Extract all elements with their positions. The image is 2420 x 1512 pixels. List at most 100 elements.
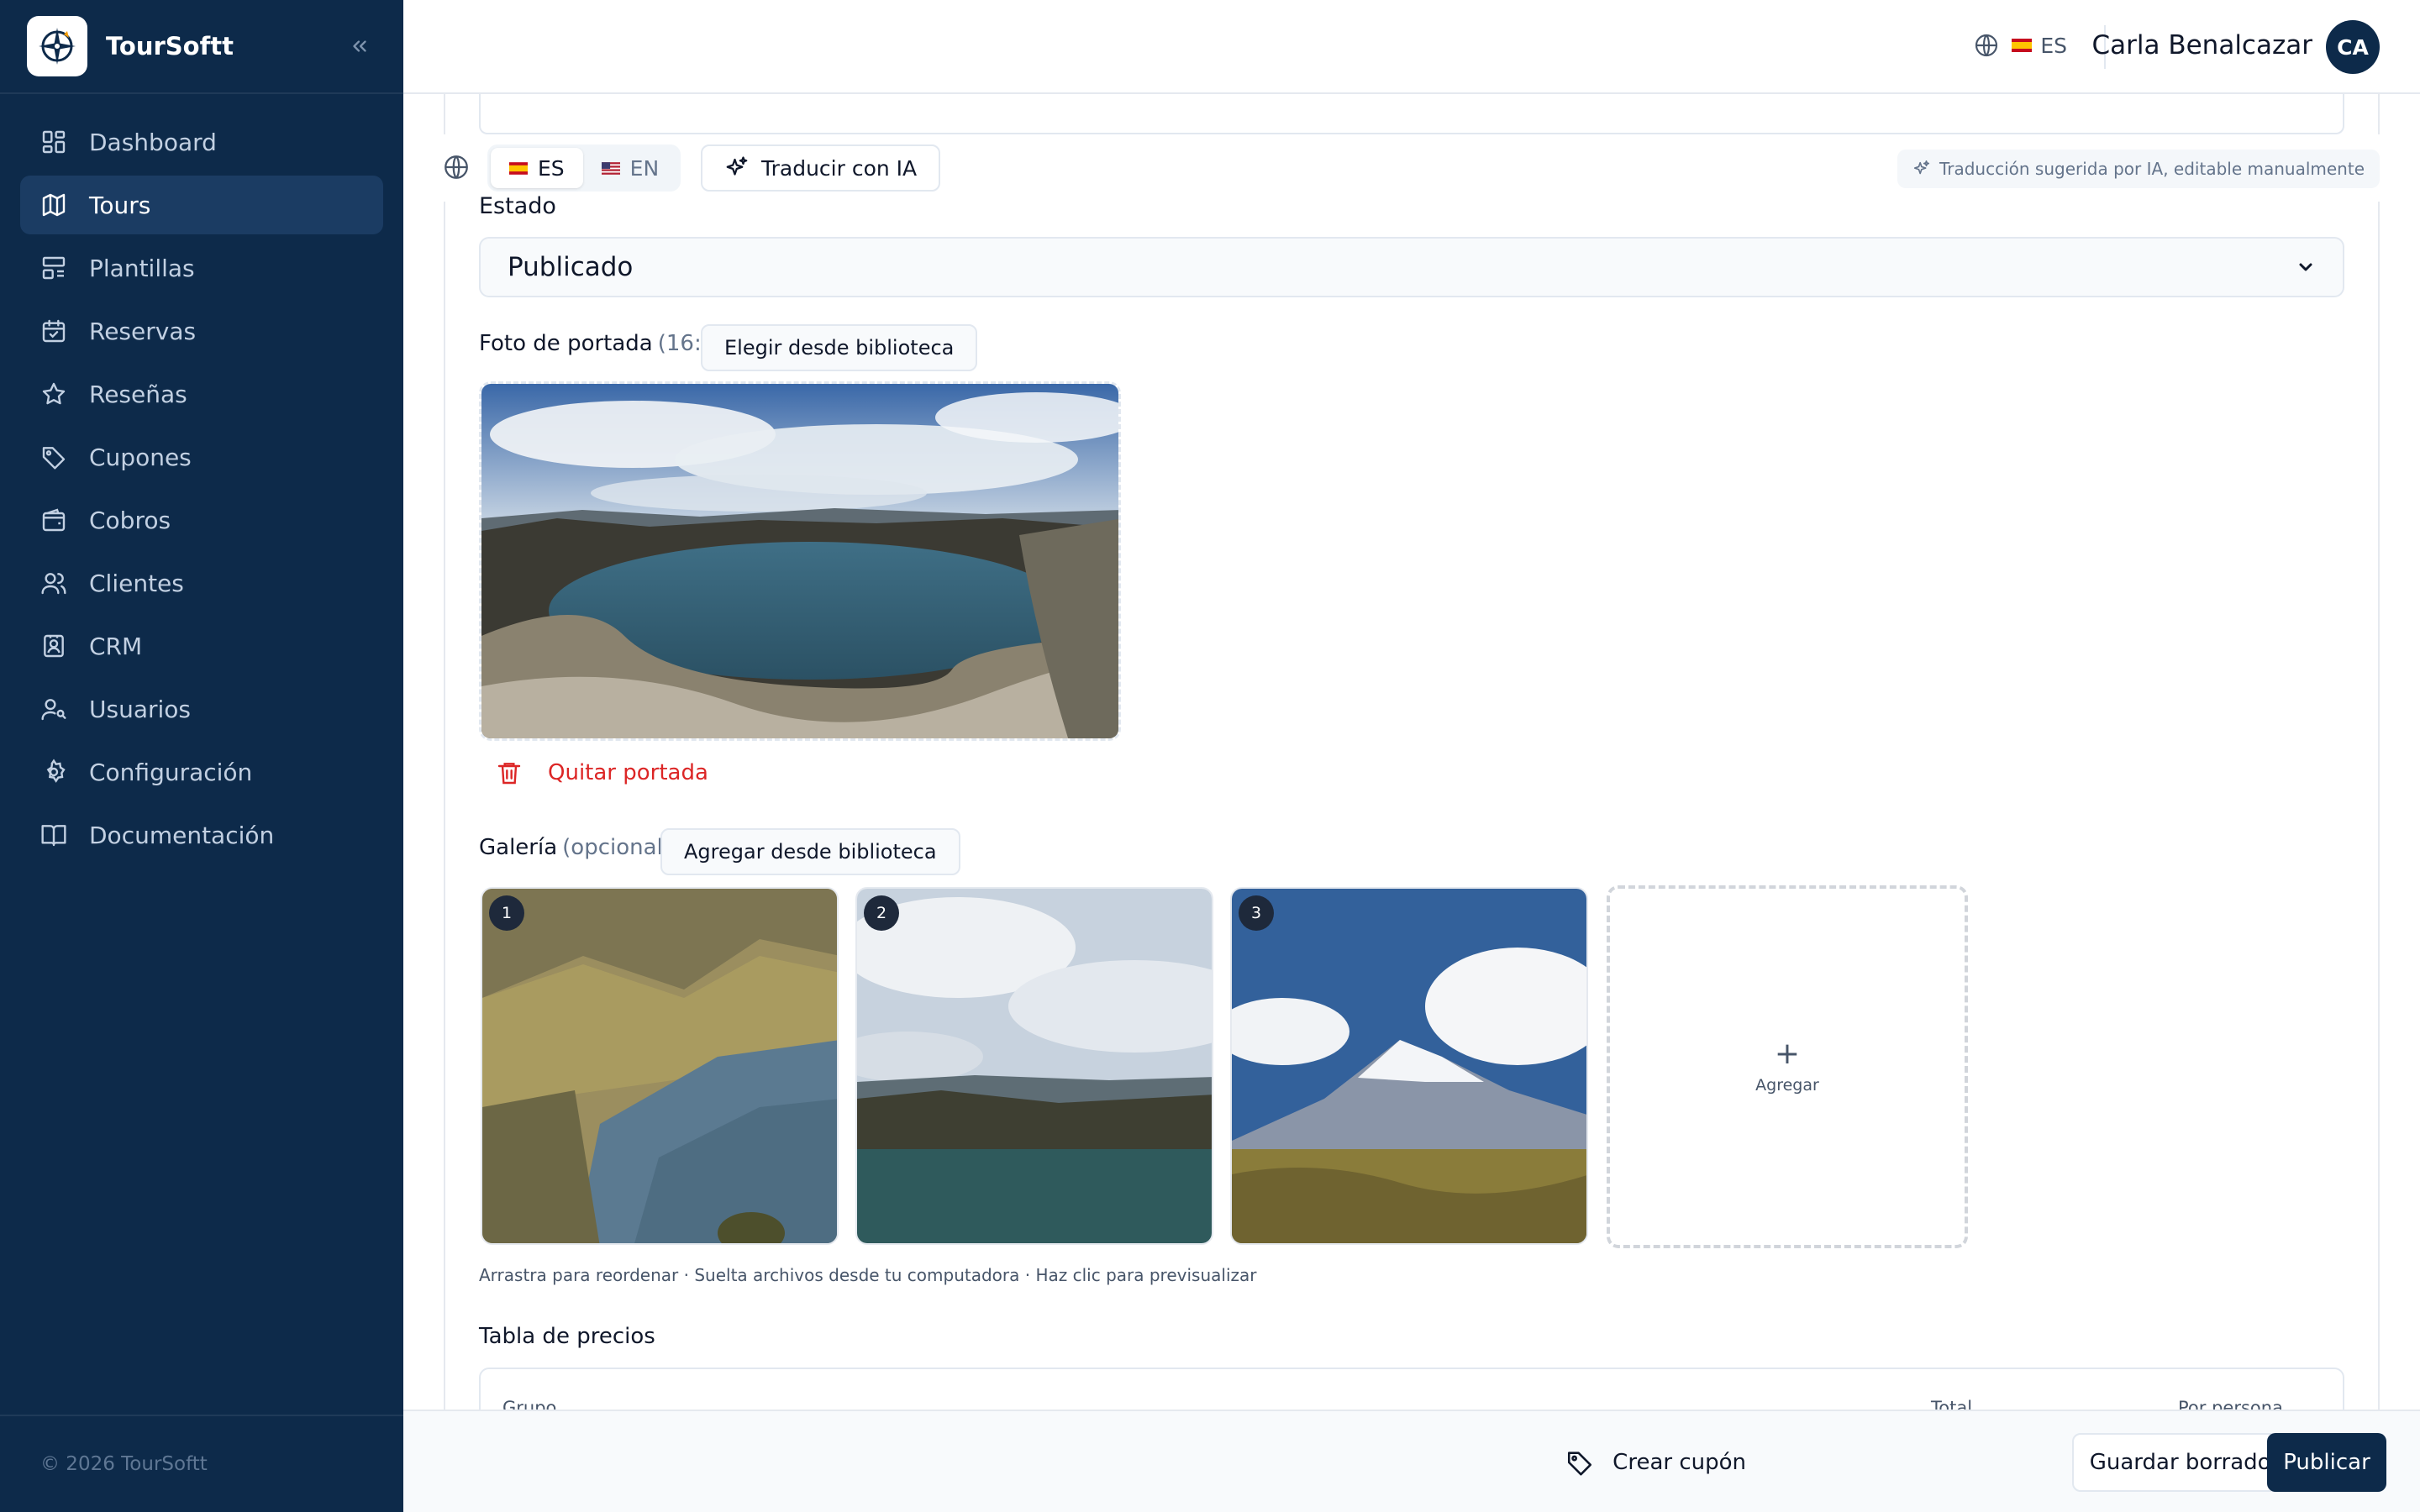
tab-language-en[interactable]: EN bbox=[583, 148, 678, 188]
sidebar-item-label: Clientes bbox=[89, 569, 184, 597]
sidebar-item-label: Configuración bbox=[89, 758, 253, 786]
brand: TourSoftt bbox=[0, 0, 403, 94]
gallery-hint: Arrastra para reordenar · Suelta archivo… bbox=[479, 1265, 1257, 1285]
cover-label: Foto de portada (16:9) bbox=[479, 331, 723, 356]
sidebar-item-cupones[interactable]: Cupones bbox=[20, 428, 383, 486]
sidebar-item-label: CRM bbox=[89, 632, 143, 660]
status-value: Publicado bbox=[508, 252, 634, 282]
add-gallery-tile[interactable]: + Agregar bbox=[1607, 885, 1968, 1248]
cover-image[interactable] bbox=[479, 381, 1121, 741]
gallery-item-number: 2 bbox=[864, 895, 899, 931]
sidebar-item-label: Plantillas bbox=[89, 254, 195, 282]
gallery-item[interactable]: 3 bbox=[1230, 887, 1588, 1245]
gallery-item-number: 3 bbox=[1239, 895, 1274, 931]
sidebar-item-label: Reservas bbox=[89, 317, 197, 345]
globe-icon bbox=[445, 155, 468, 179]
globe-icon bbox=[1975, 34, 1998, 57]
sidebar-item-crm[interactable]: CRM bbox=[20, 617, 383, 675]
publish-button[interactable]: Publicar bbox=[2267, 1433, 2386, 1492]
price-table-label: Tabla de precios bbox=[479, 1324, 655, 1349]
sidebar-item-resenas[interactable]: Reseñas bbox=[20, 365, 383, 423]
remove-cover-label: Quitar portada bbox=[548, 760, 708, 785]
plus-icon: + bbox=[1774, 1037, 1801, 1071]
tag-icon bbox=[1568, 1452, 1592, 1476]
avatar[interactable]: CA bbox=[2326, 20, 2380, 74]
status-label: Estado bbox=[479, 193, 556, 219]
gallery-photo-snow-volcano bbox=[1232, 889, 1586, 1243]
sidebar-item-usuarios[interactable]: Usuarios bbox=[20, 680, 383, 738]
spain-flag-icon bbox=[509, 161, 528, 175]
status-select[interactable]: Publicado bbox=[479, 237, 2344, 297]
sidebar-item-clientes[interactable]: Clientes bbox=[20, 554, 383, 612]
sidebar-item-tours[interactable]: Tours bbox=[20, 176, 383, 234]
gallery-photo-lake-clouds bbox=[857, 889, 1212, 1243]
sidebar-nav: Dashboard Tours Plantillas Reservas Rese… bbox=[0, 94, 403, 864]
book-icon bbox=[41, 825, 66, 847]
price-table: Grupo Total Por persona bbox=[479, 1368, 2344, 1410]
spain-flag-icon bbox=[2012, 39, 2033, 52]
sidebar-item-configuracion[interactable]: Configuración bbox=[20, 743, 383, 801]
action-bar: Crear cupón Guardar borrador Publicar bbox=[403, 1410, 2420, 1512]
main-content: ES EN Traducir con IA Traducción sugerid… bbox=[403, 94, 2420, 1410]
column-header-total: Total bbox=[1931, 1398, 1973, 1410]
current-language: ES bbox=[2040, 33, 2067, 58]
ai-hint-text: Traducción sugerida por IA, editable man… bbox=[1939, 159, 2365, 179]
sidebar-item-reservas[interactable]: Reservas bbox=[20, 302, 383, 360]
description-field-bottom[interactable] bbox=[479, 94, 2344, 134]
tab-label: EN bbox=[629, 155, 660, 181]
gallery-item[interactable]: 1 bbox=[481, 887, 839, 1245]
cover-photo-crater-lake bbox=[481, 384, 1118, 738]
collapse-sidebar-button[interactable] bbox=[343, 29, 376, 63]
sidebar: TourSoftt Dashboard Tours Plantillas Res… bbox=[0, 0, 403, 1512]
sidebar-item-plantillas[interactable]: Plantillas bbox=[20, 239, 383, 297]
user-name[interactable]: Carla Benalcazar bbox=[2091, 30, 2312, 60]
users-icon bbox=[41, 573, 66, 595]
gallery-label-text: Galería bbox=[479, 835, 558, 860]
user-key-icon bbox=[41, 699, 66, 721]
template-icon bbox=[42, 256, 66, 280]
language-selector[interactable]: ES bbox=[1973, 32, 2067, 59]
chevrons-left-icon bbox=[353, 40, 366, 52]
translate-ai-label: Traducir con IA bbox=[761, 155, 918, 181]
gallery-item[interactable]: 2 bbox=[855, 887, 1213, 1245]
ai-translation-hint: Traducción sugerida por IA, editable man… bbox=[1897, 150, 2380, 188]
star-icon bbox=[42, 382, 66, 405]
translate-ai-button[interactable]: Traducir con IA bbox=[701, 144, 941, 192]
sidebar-item-label: Dashboard bbox=[89, 128, 217, 156]
topbar: ES Carla Benalcazar CA bbox=[403, 0, 2420, 94]
gear-icon bbox=[46, 759, 66, 783]
sidebar-item-cobros[interactable]: Cobros bbox=[20, 491, 383, 549]
tag-icon bbox=[42, 447, 66, 470]
gallery-item-number: 1 bbox=[489, 895, 524, 931]
gallery-label: Galería (opcional) bbox=[479, 835, 671, 860]
sidebar-item-dashboard[interactable]: Dashboard bbox=[20, 113, 383, 171]
usa-flag-icon bbox=[601, 161, 620, 175]
sidebar-item-documentacion[interactable]: Documentación bbox=[20, 806, 383, 864]
cover-label-text: Foto de portada bbox=[479, 331, 653, 356]
choose-cover-button[interactable]: Elegir desde biblioteca bbox=[701, 324, 978, 371]
dashboard-icon bbox=[42, 130, 66, 154]
column-header-group: Grupo bbox=[502, 1398, 557, 1410]
tab-language-es[interactable]: ES bbox=[491, 148, 583, 188]
calendar-icon bbox=[42, 319, 66, 343]
sidebar-footer: © 2026 TourSoftt bbox=[0, 1415, 403, 1512]
sidebar-item-label: Cupones bbox=[89, 443, 192, 471]
gallery-optional: (opcional) bbox=[562, 835, 671, 860]
compass-logo-icon[interactable] bbox=[27, 16, 87, 76]
gallery-photo-cliffs-lake bbox=[482, 889, 837, 1243]
trash-icon bbox=[497, 763, 521, 785]
sparkles-icon bbox=[726, 156, 748, 176]
sparkles-icon bbox=[1913, 160, 1930, 175]
save-draft-button[interactable]: Guardar borrador bbox=[2072, 1433, 2297, 1492]
translation-bar: ES EN Traducir con IA Traducción sugerid… bbox=[403, 134, 2420, 202]
create-coupon-button[interactable]: Crear cupón bbox=[1547, 1433, 1765, 1492]
map-icon bbox=[42, 193, 66, 217]
sidebar-item-label: Usuarios bbox=[89, 695, 191, 723]
add-gallery-label: Agregar bbox=[1755, 1076, 1819, 1095]
app-name: TourSoftt bbox=[106, 32, 234, 60]
language-tabs: ES EN bbox=[487, 144, 681, 192]
remove-cover-button[interactable]: Quitar portada bbox=[496, 759, 708, 786]
chevron-down-icon bbox=[2299, 263, 2312, 271]
column-header-per-person: Por persona bbox=[2178, 1398, 2283, 1410]
add-gallery-button[interactable]: Agregar desde biblioteca bbox=[660, 828, 960, 875]
